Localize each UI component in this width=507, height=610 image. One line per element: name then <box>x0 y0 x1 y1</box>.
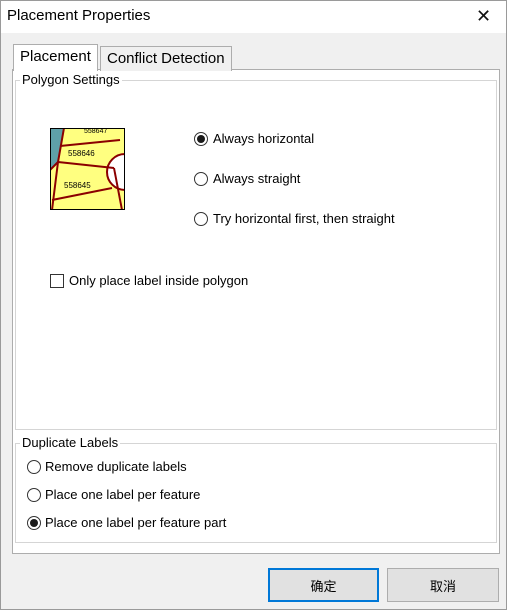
tab-conflict-detection[interactable]: Conflict Detection <box>100 46 232 71</box>
polygon-preview-image: 558647 558646 558645 <box>50 128 125 210</box>
label-try-horizontal-first: Try horizontal first, then straight <box>213 211 395 226</box>
label-one-label-per-feature: Place one label per feature <box>45 487 201 502</box>
radio-selected-dot <box>30 519 38 527</box>
close-button[interactable]: ✕ <box>461 1 506 32</box>
radio-always-horizontal[interactable] <box>194 132 208 146</box>
ok-button[interactable]: 确定 <box>268 568 379 602</box>
label-always-horizontal: Always horizontal <box>213 131 315 146</box>
tab-placement[interactable]: Placement <box>13 44 98 71</box>
radio-try-horizontal-first[interactable] <box>194 212 208 226</box>
polygon-settings-title: Polygon Settings <box>20 72 122 87</box>
label-inside-polygon: Only place label inside polygon <box>69 273 249 288</box>
label-always-straight: Always straight <box>213 171 301 186</box>
radio-one-label-per-feature[interactable] <box>27 488 41 502</box>
label-one-label-per-part: Place one label per feature part <box>45 515 227 530</box>
radio-remove-duplicates[interactable] <box>27 460 41 474</box>
dialog-title: Placement Properties <box>7 7 151 24</box>
duplicate-labels-title: Duplicate Labels <box>20 435 121 450</box>
close-icon: ✕ <box>475 6 492 26</box>
preview-label-1: 558647 <box>84 128 107 135</box>
label-remove-duplicates: Remove duplicate labels <box>45 459 187 474</box>
radio-always-straight[interactable] <box>194 172 208 186</box>
cancel-button[interactable]: 取消 <box>387 568 499 602</box>
radio-selected-dot <box>197 135 205 143</box>
radio-one-label-per-part[interactable] <box>27 516 41 530</box>
preview-label-3: 558645 <box>64 181 91 190</box>
checkbox-inside-polygon[interactable] <box>50 274 64 288</box>
preview-label-2: 558646 <box>68 149 95 158</box>
